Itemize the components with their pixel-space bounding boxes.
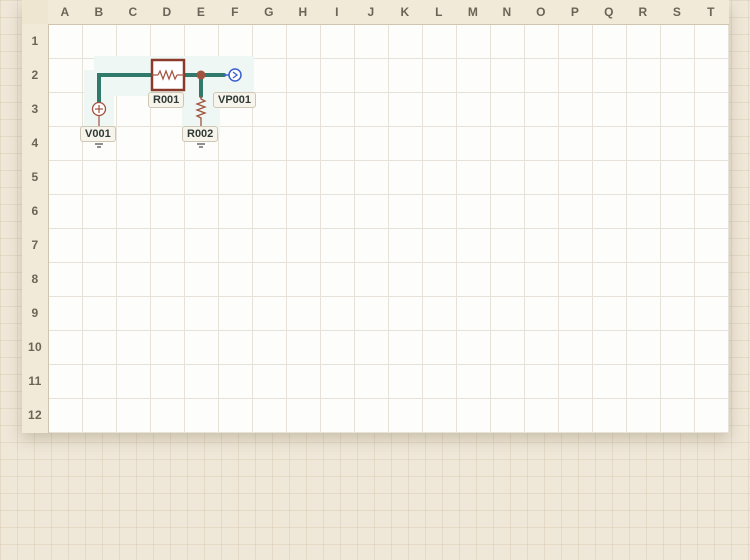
label-r002[interactable]: R002	[182, 126, 219, 142]
schematic-sheet: ABCDEFGHIJKLMNOPQRST 1 2 3 4 5 6 7 8 9 10 11 12	[22, 0, 729, 433]
resistor-r001[interactable]	[150, 58, 186, 92]
circuit-layer	[84, 56, 254, 148]
label-r001[interactable]: R001	[148, 92, 185, 108]
label-vp001[interactable]: VP001	[213, 92, 257, 108]
junction-node[interactable]	[196, 70, 206, 80]
label-v001[interactable]: V001	[80, 126, 116, 142]
